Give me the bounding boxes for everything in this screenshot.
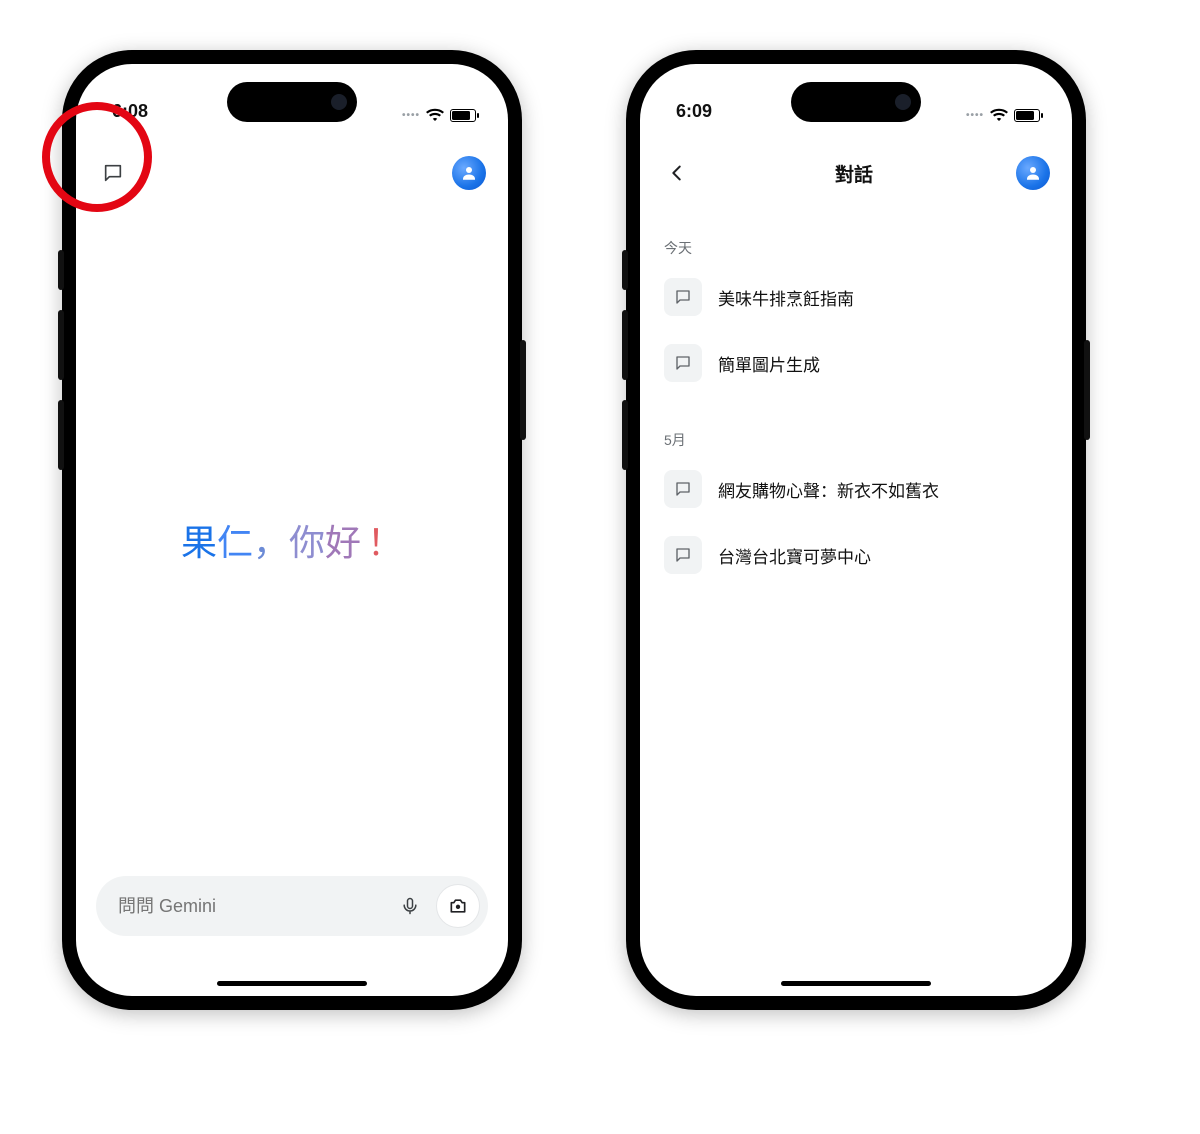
- phone-frame-left: 6:08 •••• 果仁，你好！: [62, 50, 522, 1010]
- status-time: 6:08: [112, 101, 148, 122]
- mic-button[interactable]: [388, 884, 432, 928]
- status-time: 6:09: [676, 101, 712, 122]
- home-indicator: [217, 981, 367, 986]
- cellular-dots-icon: ••••: [402, 110, 420, 121]
- home-indicator: [781, 981, 931, 986]
- back-button[interactable]: [662, 158, 692, 188]
- conversation-row[interactable]: 網友購物心聲：新衣不如舊衣: [640, 456, 1072, 522]
- profile-avatar[interactable]: [1016, 156, 1050, 190]
- prompt-input-bar[interactable]: [96, 876, 488, 936]
- screen-right: 6:09 •••• 對話 今天 美味牛排烹飪指南: [640, 64, 1072, 996]
- cellular-dots-icon: ••••: [966, 110, 984, 121]
- wifi-icon: [990, 108, 1008, 122]
- section-label: 5月: [640, 416, 1072, 456]
- chat-icon: [664, 470, 702, 508]
- app-header: [76, 150, 508, 196]
- conversation-title: 簡單圖片生成: [718, 351, 820, 376]
- screen-left: 6:08 •••• 果仁，你好！: [76, 64, 508, 996]
- greeting-text: 果仁，你好！: [76, 514, 508, 566]
- page-title: 對話: [835, 160, 873, 187]
- conversation-row[interactable]: 台灣台北寶可夢中心: [640, 522, 1072, 588]
- section-label: 今天: [640, 224, 1072, 264]
- prompt-input[interactable]: [118, 896, 384, 917]
- conversation-row[interactable]: 美味牛排烹飪指南: [640, 264, 1072, 330]
- battery-icon: [450, 109, 476, 122]
- dynamic-island: [791, 82, 921, 122]
- conversation-list: 今天 美味牛排烹飪指南 簡單圖片生成 5月 網友購物心聲：新衣不如舊衣 台灣台北…: [640, 224, 1072, 588]
- conversation-title: 台灣台北寶可夢中心: [718, 543, 871, 568]
- app-header: 對話: [640, 150, 1072, 196]
- chat-icon: [664, 536, 702, 574]
- dynamic-island: [227, 82, 357, 122]
- phone-frame-right: 6:09 •••• 對話 今天 美味牛排烹飪指南: [626, 50, 1086, 1010]
- conversations-icon[interactable]: [98, 158, 128, 188]
- battery-icon: [1014, 109, 1040, 122]
- chat-icon: [664, 278, 702, 316]
- profile-avatar[interactable]: [452, 156, 486, 190]
- conversation-row[interactable]: 簡單圖片生成: [640, 330, 1072, 396]
- chat-icon: [664, 344, 702, 382]
- camera-button[interactable]: [436, 884, 480, 928]
- conversation-title: 美味牛排烹飪指南: [718, 285, 854, 310]
- conversation-title: 網友購物心聲：新衣不如舊衣: [718, 477, 939, 502]
- wifi-icon: [426, 108, 444, 122]
